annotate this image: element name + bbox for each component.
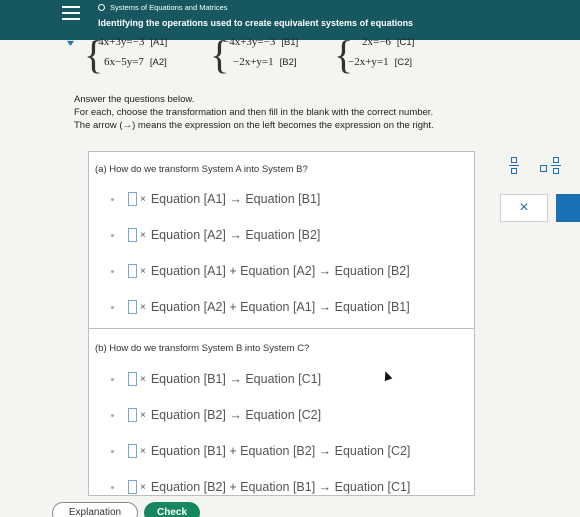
multiply-sign: × xyxy=(140,193,146,205)
option-label: Equation [B2] + Equation [B1] → Equation… xyxy=(150,480,411,494)
instructions: Answer the questions below. For each, ch… xyxy=(74,93,434,132)
part-a-section: (a) How do we transform System A into Sy… xyxy=(89,152,474,329)
equation-a2: 6x−5y=7 xyxy=(104,56,144,68)
radio-button[interactable] xyxy=(111,269,114,273)
blank-input[interactable] xyxy=(128,480,137,494)
option-label: Equation [B1] + Equation [B2] → Equation… xyxy=(150,444,411,458)
part-b-option-3[interactable]: × Equation [B1] + Equation [B2] → Equatio… xyxy=(111,444,410,458)
blank-input[interactable] xyxy=(128,228,137,242)
radio-button[interactable] xyxy=(111,305,114,309)
radio-button[interactable] xyxy=(111,233,114,237)
part-a-question: (a) How do we transform System A into Sy… xyxy=(95,164,308,175)
chevron-down-icon[interactable]: ▾ xyxy=(67,38,74,49)
part-a-option-4[interactable]: × Equation [A2] + Equation [A1] → Equatio… xyxy=(111,300,410,314)
multiply-sign: × xyxy=(140,481,146,493)
multiply-sign: × xyxy=(140,373,146,385)
part-b-option-4[interactable]: × Equation [B2] + Equation [B1] → Equatio… xyxy=(111,480,410,494)
brace-system-c: { xyxy=(334,32,354,77)
option-label: Equation [A1] + Equation [A2] → Equation… xyxy=(150,264,410,278)
equation-b2: −2x+y=1 xyxy=(233,56,274,68)
tag-b1: [B1] xyxy=(281,37,299,48)
clear-button[interactable]: × xyxy=(500,194,548,222)
tag-c1: [C1] xyxy=(396,37,415,48)
part-b-option-1[interactable]: × Equation [B1] → Equation [C1] xyxy=(111,372,321,386)
option-label: Equation [A2] → Equation [B2] xyxy=(150,228,321,242)
menu-icon[interactable] xyxy=(62,6,80,20)
part-b-section: (b) How do we transform System B into Sy… xyxy=(89,329,474,495)
option-label: Equation [B1] → Equation [C1] xyxy=(150,372,322,386)
mixed-number-tool-icon[interactable] xyxy=(540,157,566,181)
blank-input[interactable] xyxy=(128,192,137,206)
equation-b1: −4x+3y=−3 xyxy=(223,36,276,48)
tag-b2: [B2] xyxy=(279,57,297,68)
part-a-option-2[interactable]: × Equation [A2] → Equation [B2] xyxy=(111,228,320,242)
part-a-option-3[interactable]: × Equation [A1] + Equation [A2] → Equatio… xyxy=(111,264,410,278)
blank-input[interactable] xyxy=(128,372,137,386)
blank-input[interactable] xyxy=(128,408,137,422)
multiply-sign: × xyxy=(140,409,146,421)
equation-c1: 2x=−6 xyxy=(362,36,391,48)
radio-button[interactable] xyxy=(111,197,114,201)
option-label: Equation [A1] → Equation [B1] xyxy=(150,192,321,206)
topic-status-icon xyxy=(98,4,105,11)
option-label: Equation [A2] + Equation [A1] → Equation… xyxy=(150,300,410,314)
undo-button[interactable] xyxy=(556,194,580,222)
instructions-line-2: For each, choose the transformation and … xyxy=(74,107,434,118)
topic-label: Systems of Equations and Matrices xyxy=(110,3,228,12)
multiply-sign: × xyxy=(140,445,146,457)
multiply-sign: × xyxy=(140,301,146,313)
check-button[interactable]: Check xyxy=(144,502,200,517)
blank-input[interactable] xyxy=(128,444,137,458)
question-card: (a) How do we transform System A into Sy… xyxy=(88,151,475,496)
multiply-sign: × xyxy=(140,265,146,277)
radio-button[interactable] xyxy=(111,377,114,381)
instructions-line-3: The arrow (→) means the expression on th… xyxy=(74,120,434,131)
tag-c2: [C2] xyxy=(394,57,413,68)
topic-row: Systems of Equations and Matrices xyxy=(98,3,228,12)
radio-button[interactable] xyxy=(111,413,114,417)
page-title: Identifying the operations used to creat… xyxy=(98,18,414,28)
blank-input[interactable] xyxy=(128,300,137,314)
option-label: Equation [B2] → Equation [C2] xyxy=(150,408,322,422)
multiply-sign: × xyxy=(140,229,146,241)
part-b-option-2[interactable]: × Equation [B2] → Equation [C2] xyxy=(111,408,321,422)
tag-a1: [A1] xyxy=(150,37,168,48)
radio-button[interactable] xyxy=(111,449,114,453)
tag-a2: [A2] xyxy=(149,57,167,68)
blank-input[interactable] xyxy=(128,264,137,278)
part-b-question: (b) How do we transform System B into Sy… xyxy=(95,343,310,354)
equation-a1: −4x+3y=−3 xyxy=(92,36,145,48)
fraction-tool-icon[interactable] xyxy=(505,157,523,181)
explanation-button[interactable]: Explanation xyxy=(52,502,138,517)
part-a-option-1[interactable]: × Equation [A1] → Equation [B1] xyxy=(111,192,320,206)
instructions-line-1: Answer the questions below. xyxy=(74,94,195,105)
equation-c2: −2x+y=1 xyxy=(348,56,389,68)
radio-button[interactable] xyxy=(111,485,114,489)
